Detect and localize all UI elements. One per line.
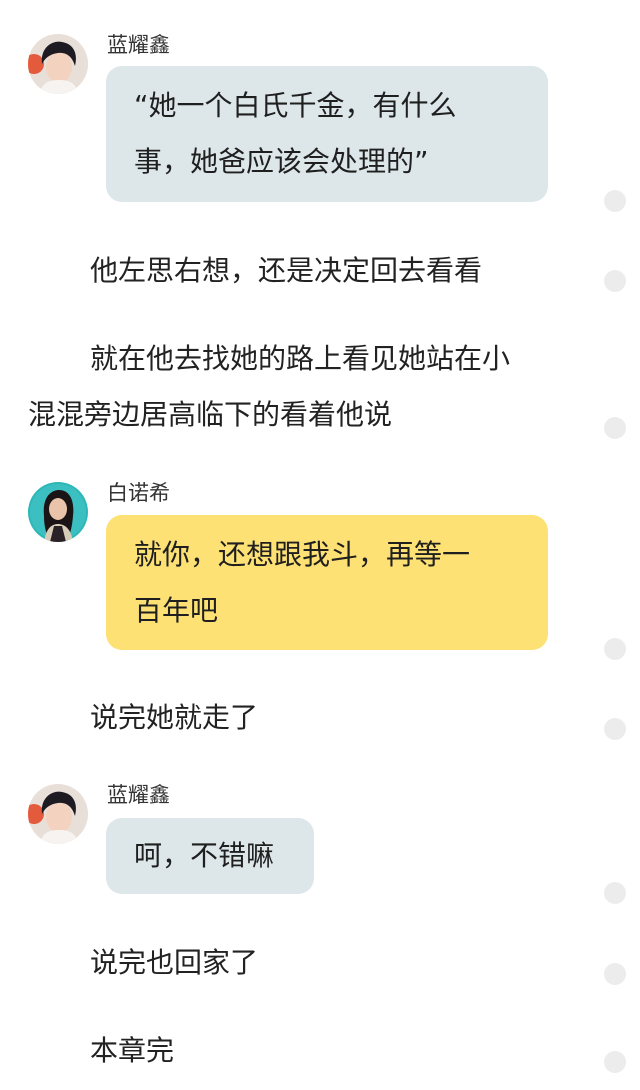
comment-dot-icon[interactable]: [604, 417, 626, 439]
chat-bubble: “她一个白氏千金，有什么 事，她爸应该会处理的”: [106, 66, 548, 202]
bubble-line: 就你，还想跟我斗，再等一: [134, 538, 471, 571]
avatar-lan-yaoxin[interactable]: [28, 784, 88, 844]
bubble-line: 事，她爸应该会处理的”: [134, 145, 429, 178]
avatar-bai-nuoxi[interactable]: [28, 482, 88, 542]
narration-text: 混混旁边居高临下的看着他说: [28, 398, 393, 431]
speaker-name: 蓝耀鑫: [107, 783, 170, 807]
comment-dot-icon[interactable]: [604, 718, 626, 740]
narration-text: 就在他去找她的路上看见她站在小: [90, 342, 511, 375]
avatar-lan-yaoxin[interactable]: [28, 34, 88, 94]
chat-bubble: 就你，还想跟我斗，再等一 百年吧: [106, 515, 548, 650]
avatar-female-icon: [28, 482, 88, 542]
comment-dot-icon[interactable]: [604, 963, 626, 985]
speaker-name: 蓝耀鑫: [107, 33, 170, 57]
avatar-male-icon: [28, 784, 88, 844]
comment-dot-icon[interactable]: [604, 638, 626, 660]
comment-dot-icon[interactable]: [604, 1051, 626, 1073]
avatar-male-icon: [28, 34, 88, 94]
bubble-line: “她一个白氏千金，有什么: [134, 89, 457, 122]
bubble-line: 百年吧: [134, 594, 219, 627]
chat-bubble: 呵，不错嘛: [106, 818, 314, 894]
narration-text: 说完也回家了: [90, 946, 259, 979]
chapter-end-text: 本章完: [90, 1034, 175, 1067]
comment-dot-icon[interactable]: [604, 882, 626, 904]
speaker-name: 白诺希: [107, 481, 170, 505]
comment-dot-icon[interactable]: [604, 270, 626, 292]
narration-text: 他左思右想，还是决定回去看看: [90, 254, 483, 287]
narration-text: 说完她就走了: [90, 701, 259, 734]
bubble-line: 呵，不错嘛: [134, 839, 275, 872]
comment-dot-icon[interactable]: [604, 190, 626, 212]
